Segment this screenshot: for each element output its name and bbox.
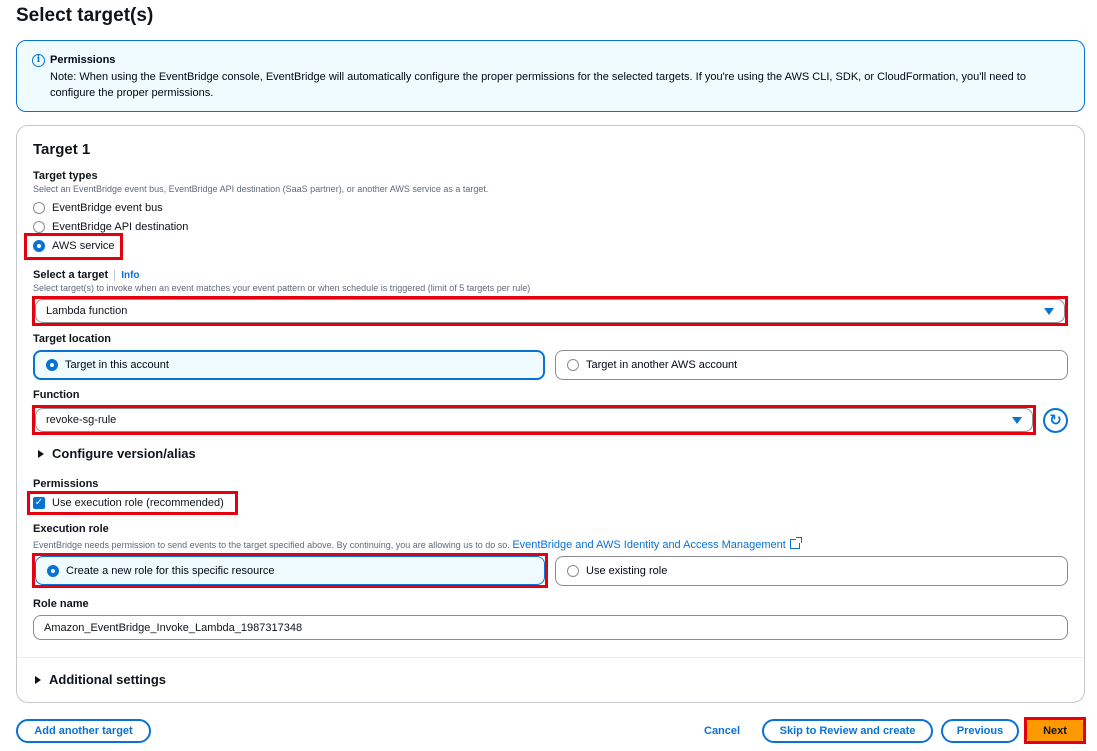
- radio-aws-service[interactable]: AWS service: [33, 240, 115, 252]
- radio-circle[interactable]: [567, 565, 579, 577]
- radio-circle[interactable]: [33, 202, 45, 214]
- tile-label: Target in another AWS account: [586, 359, 738, 371]
- role-name-value: Amazon_EventBridge_Invoke_Lambda_1987317…: [44, 621, 303, 634]
- target-types-description: Select an EventBridge event bus, EventBr…: [33, 184, 489, 194]
- checkbox-label: Use execution role (recommended): [52, 497, 224, 509]
- additional-settings-expander[interactable]: Additional settings: [35, 672, 166, 687]
- select-target-description: Select target(s) to invoke when an event…: [33, 283, 531, 293]
- radio-circle-selected[interactable]: [46, 359, 58, 371]
- refresh-icon[interactable]: ↻: [1043, 408, 1068, 433]
- select-target-dropdown[interactable]: Lambda function: [35, 299, 1065, 323]
- tile-create-new-role[interactable]: Create a new role for this specific reso…: [35, 556, 545, 585]
- add-another-target-button[interactable]: Add another target: [16, 719, 151, 743]
- tile-label: Use existing role: [586, 565, 668, 577]
- info-icon: i: [32, 54, 45, 67]
- target-types-label: Target types: [33, 170, 98, 182]
- alert-title: Permissions: [50, 54, 116, 66]
- tile-use-existing-role[interactable]: Use existing role: [555, 556, 1068, 586]
- select-target-label: Select a target Info: [33, 269, 140, 281]
- cancel-button[interactable]: Cancel: [704, 725, 740, 737]
- caret-right-icon: [38, 449, 44, 458]
- tile-target-in-another-account[interactable]: Target in another AWS account: [555, 350, 1068, 380]
- target-location-label: Target location: [33, 333, 112, 345]
- caret-down-icon: [1012, 417, 1022, 424]
- iam-doc-link[interactable]: EventBridge and AWS Identity and Access …: [512, 539, 786, 551]
- radio-eventbridge-event-bus[interactable]: EventBridge event bus: [33, 202, 163, 214]
- function-label: Function: [33, 389, 80, 401]
- radio-label: AWS service: [52, 240, 115, 252]
- radio-circle[interactable]: [567, 359, 579, 371]
- caret-down-icon: [1044, 308, 1054, 315]
- radio-eventbridge-api-destination[interactable]: EventBridge API destination: [33, 221, 188, 233]
- radio-circle[interactable]: [33, 221, 45, 233]
- tile-target-in-this-account[interactable]: Target in this account: [33, 350, 545, 380]
- configure-version-expander[interactable]: Configure version/alias: [38, 446, 196, 461]
- select-target-value: Lambda function: [46, 305, 128, 317]
- label-separator: [114, 269, 116, 281]
- skip-to-review-button[interactable]: Skip to Review and create: [762, 719, 933, 743]
- target-heading: Target 1: [33, 141, 91, 158]
- use-execution-role-checkbox[interactable]: ✓ Use execution role (recommended): [33, 497, 224, 509]
- role-name-label: Role name: [33, 598, 89, 610]
- select-target-label-text: Select a target: [33, 269, 109, 281]
- role-name-input[interactable]: Amazon_EventBridge_Invoke_Lambda_1987317…: [33, 615, 1068, 640]
- radio-circle-selected[interactable]: [47, 564, 59, 577]
- expander-label: Additional settings: [49, 672, 166, 687]
- previous-button[interactable]: Previous: [941, 719, 1019, 743]
- tile-label: Create a new role for this specific reso…: [66, 564, 275, 577]
- function-value: revoke-sg-rule: [46, 414, 117, 426]
- section-divider: [17, 657, 1084, 658]
- execution-role-description-text: EventBridge needs permission to send eve…: [33, 540, 510, 550]
- tile-label: Target in this account: [65, 359, 169, 371]
- radio-label: EventBridge event bus: [52, 202, 163, 214]
- external-link-icon[interactable]: [789, 537, 802, 549]
- next-button[interactable]: Next: [1027, 720, 1083, 741]
- page-title: Select target(s): [16, 5, 154, 26]
- function-dropdown[interactable]: revoke-sg-rule: [35, 408, 1033, 432]
- execution-role-description: EventBridge needs permission to send eve…: [33, 537, 802, 551]
- caret-right-icon: [35, 675, 41, 684]
- info-link[interactable]: Info: [121, 270, 139, 281]
- expander-label: Configure version/alias: [52, 446, 196, 461]
- permissions-alert: i Permissions Note: When using the Event…: [16, 40, 1085, 112]
- checkmark-icon[interactable]: ✓: [33, 497, 45, 509]
- radio-label: EventBridge API destination: [52, 221, 189, 233]
- execution-role-label: Execution role: [33, 523, 109, 535]
- alert-body: Note: When using the EventBridge console…: [50, 71, 1026, 99]
- radio-circle-selected[interactable]: [33, 240, 45, 252]
- permissions-label: Permissions: [33, 478, 99, 490]
